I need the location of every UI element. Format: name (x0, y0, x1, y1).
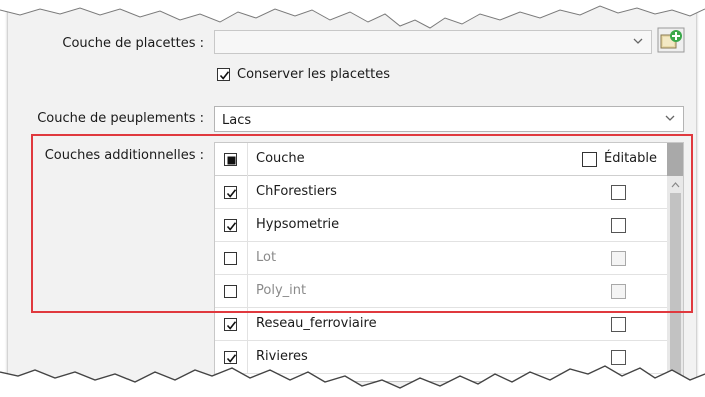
table-row[interactable]: Rivieres (215, 341, 667, 374)
placettes-dropdown[interactable] (214, 30, 652, 54)
peuplements-dropdown[interactable]: Lacs (214, 106, 684, 132)
chevron-down-icon (633, 38, 643, 44)
check-icon (219, 71, 230, 80)
chevron-down-icon (665, 115, 675, 121)
add-layer-button[interactable] (657, 27, 685, 53)
editable-checkbox[interactable] (611, 317, 626, 332)
row-checkbox[interactable] (224, 318, 237, 331)
keep-placettes-checkbox[interactable] (217, 68, 230, 81)
column-divider (247, 341, 248, 374)
row-checkbox[interactable] (224, 351, 237, 364)
add-layer-icon (657, 27, 685, 53)
layer-name: Rivieres (256, 349, 308, 364)
check-icon (226, 321, 237, 330)
peuplements-value: Lacs (222, 113, 252, 128)
placettes-label: Couche de placettes : (62, 36, 204, 51)
highlight-box (31, 134, 693, 313)
check-icon (226, 354, 237, 363)
keep-placettes-label: Conserver les placettes (237, 67, 391, 82)
peuplements-label: Couche de peuplements : (37, 111, 204, 126)
editable-checkbox[interactable] (611, 350, 626, 365)
layer-name: Reseau_ferroviaire (256, 316, 377, 331)
